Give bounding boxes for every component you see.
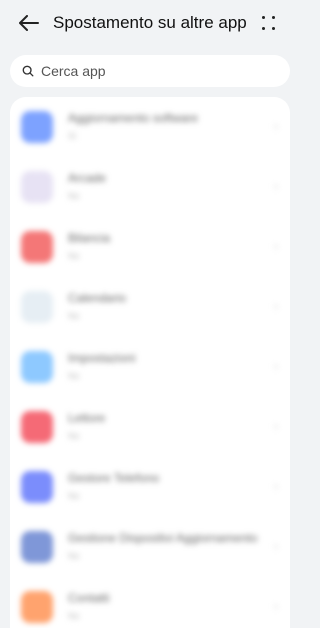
app-name: Gestione Dispositivi Aggiornamento xyxy=(68,531,258,545)
app-icon xyxy=(21,171,53,203)
app-list-item[interactable]: Gestore Telefono No › xyxy=(10,457,290,517)
arrow-left-icon xyxy=(19,15,39,31)
app-list-item[interactable]: Calendario No › xyxy=(10,277,290,337)
app-name: Gestore Telefono xyxy=(68,471,160,485)
app-list-items: Aggiornamento software Sì › Arcade No › Bilanc… xyxy=(10,97,290,628)
app-icon xyxy=(21,111,53,143)
app-list-item[interactable]: Arcade No › xyxy=(10,157,290,217)
back-button[interactable] xyxy=(14,10,44,36)
page-title: Spostamento su altre app xyxy=(53,13,247,32)
app-name: Calendario xyxy=(68,291,127,305)
chevron-right-icon: › xyxy=(274,359,278,373)
app-name: Impostazioni xyxy=(68,351,136,365)
chevron-right-icon: › xyxy=(274,119,278,133)
app-name: Aggiornamento software xyxy=(68,111,199,125)
app-list-item[interactable]: Bilancia No › xyxy=(10,217,290,277)
app-list-item[interactable]: Impostazioni No › xyxy=(10,337,290,397)
app-icon xyxy=(21,471,53,503)
chevron-right-icon: › xyxy=(274,299,278,313)
app-icon xyxy=(21,291,53,323)
app-permission-status: No xyxy=(68,491,80,501)
app-permission-status: No xyxy=(68,251,80,261)
app-list-item[interactable]: Gestione Dispositivi Aggiornamento No › xyxy=(10,517,290,577)
search-bar[interactable] xyxy=(10,55,290,87)
chevron-right-icon: › xyxy=(274,419,278,433)
app-permission-status: Sì xyxy=(68,131,77,141)
app-permission-status: No xyxy=(68,551,80,561)
chevron-right-icon: › xyxy=(274,599,278,613)
app-list-item[interactable]: Contatti No › xyxy=(10,577,290,628)
search-icon xyxy=(22,65,34,77)
app-icon xyxy=(21,411,53,443)
app-list: Aggiornamento software Sì › Arcade No › Bilanc… xyxy=(10,97,290,628)
chevron-right-icon: › xyxy=(274,179,278,193)
search-input[interactable] xyxy=(41,63,261,79)
app-name: Arcade xyxy=(68,171,107,185)
app-icon xyxy=(21,531,53,563)
app-icon xyxy=(21,231,53,263)
app-name: Lettore xyxy=(68,411,106,425)
app-permission-status: No xyxy=(68,191,80,201)
header: Spostamento su altre app xyxy=(0,0,300,46)
app-icon xyxy=(21,591,53,623)
app-permission-status: No xyxy=(68,431,80,441)
chevron-right-icon: › xyxy=(274,239,278,253)
screen: Spostamento su altre app Aggiornamento s… xyxy=(0,0,300,628)
app-permission-status: No xyxy=(68,611,80,621)
more-options-button[interactable] xyxy=(256,12,282,34)
chevron-right-icon: › xyxy=(274,479,278,493)
app-list-item[interactable]: Lettore No › xyxy=(10,397,290,457)
app-list-item[interactable]: Aggiornamento software Sì › xyxy=(10,97,290,157)
app-icon xyxy=(21,351,53,383)
chevron-right-icon: › xyxy=(274,539,278,553)
app-permission-status: No xyxy=(68,371,80,381)
app-name: Contatti xyxy=(68,591,110,605)
app-permission-status: No xyxy=(68,311,80,321)
app-name: Bilancia xyxy=(68,231,111,245)
